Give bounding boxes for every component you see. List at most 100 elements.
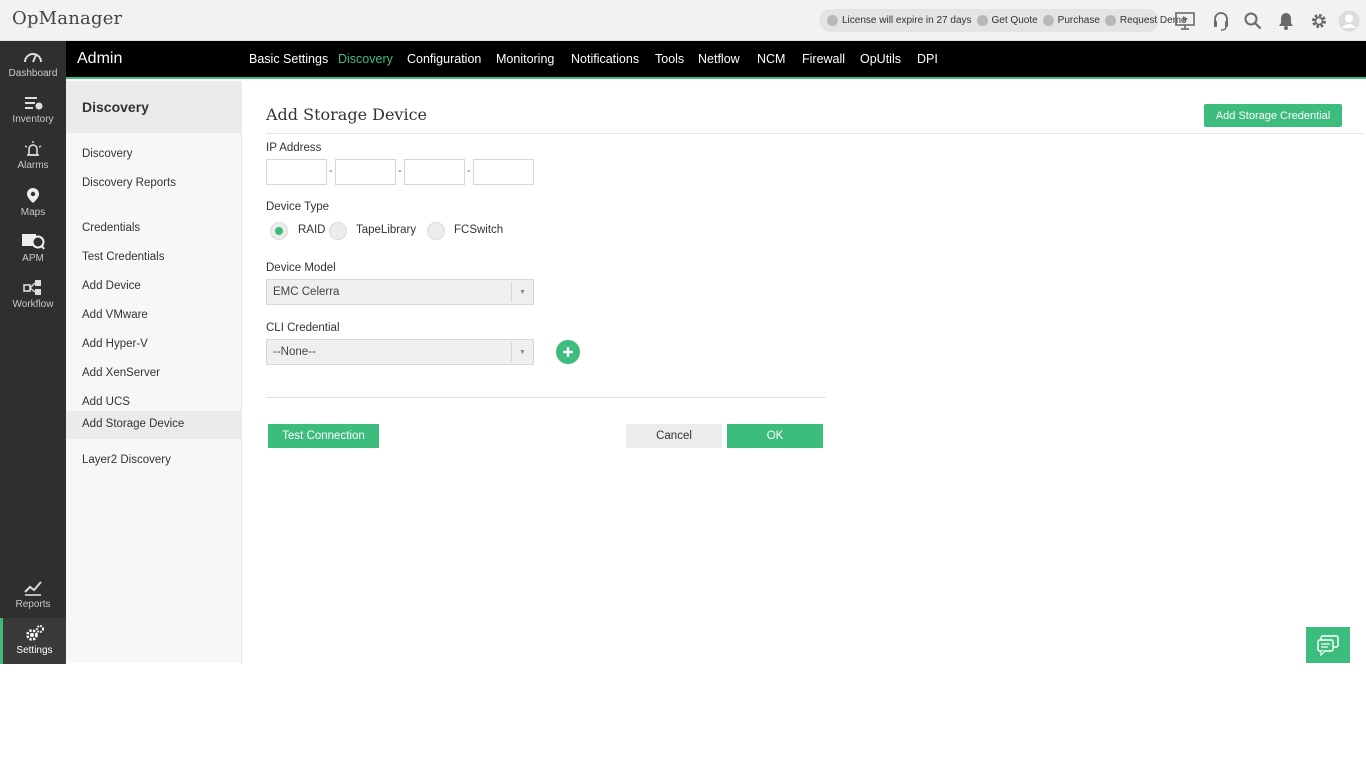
nav-inventory-label: Inventory [12,114,54,125]
tab-tools[interactable]: Tools [655,52,684,66]
radio-raid-label: RAID [298,224,326,236]
tab-netflow[interactable]: Netflow [698,52,740,66]
device-model-select[interactable]: EMC Celerra ▼ [266,279,534,305]
chat-bubble-icon [1317,635,1339,656]
app-root: OpManager License will expire in 27 days… [0,0,1366,768]
page-title: Add Storage Device [266,105,428,124]
nav-apm[interactable]: APM [0,227,66,273]
tab-ncm[interactable]: NCM [757,52,785,66]
nav-dashboard[interactable]: Dashboard [0,43,66,89]
chevron-down-icon: ▼ [511,342,533,362]
dollar-icon [976,15,988,26]
radio-tapelibrary[interactable] [329,222,347,240]
reports-chart-icon [24,581,42,596]
test-connection-button[interactable]: Test Connection [268,424,379,448]
chat-button[interactable] [1306,627,1350,663]
nav-maps[interactable]: Maps [0,181,66,227]
form-divider [266,397,826,398]
add-cli-credential-button[interactable] [556,340,580,364]
get-quote-link[interactable]: Get Quote [976,15,1038,26]
alarm-icon [24,141,42,156]
nav-reports-label: Reports [15,599,51,610]
device-model-value: EMC Celerra [273,286,340,298]
search-icon[interactable] [1242,10,1264,32]
cancel-button[interactable]: Cancel [626,424,722,448]
ip-separator: - [398,165,402,177]
sidebar-item-layer2-discovery[interactable]: Layer2 Discovery [66,447,242,475]
nav-apm-label: APM [22,253,44,264]
radio-fcswitch-label: FCSwitch [454,224,504,236]
admin-header: Admin Basic Settings Discovery Configura… [66,41,1366,79]
apm-icon [22,234,45,250]
demo-icon [1104,15,1116,26]
plus-icon [563,347,573,357]
purchase-link[interactable]: Purchase [1042,15,1100,26]
radio-tapelibrary-label: TapeLibrary [356,224,417,236]
sidebar-item-discovery-reports[interactable]: Discovery Reports [66,170,242,198]
nav-alarms-label: Alarms [17,160,49,171]
tab-notifications[interactable]: Notifications [571,52,639,66]
tab-oputils[interactable]: OpUtils [860,52,901,66]
license-status[interactable]: License will expire in 27 days [827,15,972,26]
nav-maps-label: Maps [20,207,46,218]
nav-alarms[interactable]: Alarms [0,135,66,181]
discovery-sidebar: Discovery Discovery Discovery Reports Cr… [66,81,242,663]
main-content: Add Storage Device Add Storage Credentia… [242,81,1366,663]
license-pill: License will expire in 27 days Get Quote… [819,9,1187,32]
tab-discovery[interactable]: Discovery [338,52,393,66]
radio-raid[interactable] [270,222,288,240]
nav-settings-label: Settings [16,645,53,656]
get-quote-label: Get Quote [991,15,1038,26]
nav-inventory[interactable]: Inventory [0,89,66,135]
device-model-label: Device Model [266,262,336,274]
sidebar-item-add-vmware[interactable]: Add VMware [66,302,242,330]
sidebar-item-add-device[interactable]: Add Device [66,273,242,301]
inventory-icon [25,97,43,110]
license-text: License will expire in 27 days [842,15,972,26]
cli-credential-value: --None-- [273,346,316,358]
sidebar-header: Discovery [66,81,242,133]
ip-address-label: IP Address [266,142,322,154]
presentation-icon[interactable] [1174,10,1196,32]
ip-octet-2-input[interactable] [335,159,396,185]
headset-icon[interactable] [1210,10,1232,32]
app-logo[interactable]: OpManager [12,8,122,29]
sidebar-item-add-hyperv[interactable]: Add Hyper-V [66,331,242,359]
tab-dpi[interactable]: DPI [917,52,938,66]
bell-icon[interactable] [1275,10,1297,32]
sidebar-item-add-xenserver[interactable]: Add XenServer [66,360,242,388]
ip-octet-3-input[interactable] [404,159,465,185]
ok-button[interactable]: OK [727,424,823,448]
gear-icon[interactable] [1308,10,1330,32]
cli-credential-label: CLI Credential [266,322,340,334]
title-divider [266,133,1364,134]
tab-basic-settings[interactable]: Basic Settings [249,52,328,66]
sidebar-item-add-storage-device[interactable]: Add Storage Device [66,411,242,439]
ip-separator: - [467,165,471,177]
tab-configuration[interactable]: Configuration [407,52,481,66]
nav-workflow[interactable]: Workflow [0,273,66,319]
tab-monitoring[interactable]: Monitoring [496,52,554,66]
sidebar-item-credentials[interactable]: Credentials [66,215,242,243]
cli-credential-select[interactable]: --None-- ▼ [266,339,534,365]
chevron-down-icon: ▼ [511,282,533,302]
nav-reports[interactable]: Reports [0,573,66,619]
map-pin-icon [27,188,39,203]
radio-fcswitch[interactable] [427,222,445,240]
tab-firewall[interactable]: Firewall [802,52,845,66]
sidebar-item-discovery[interactable]: Discovery [66,141,242,169]
sidebar-item-test-credentials[interactable]: Test Credentials [66,244,242,272]
settings-gears-icon [25,625,44,641]
ip-octet-1-input[interactable] [266,159,327,185]
user-avatar-icon[interactable] [1338,10,1360,32]
cart-icon [1042,15,1054,26]
nav-settings[interactable]: Settings [0,618,66,664]
nav-dashboard-label: Dashboard [8,68,58,79]
ip-separator: - [329,165,333,177]
ip-octet-4-input[interactable] [473,159,534,185]
workflow-icon [23,280,41,295]
add-storage-credential-button[interactable]: Add Storage Credential [1204,104,1342,127]
speedometer-icon [24,53,42,63]
purchase-label: Purchase [1057,15,1100,26]
top-bar: OpManager License will expire in 27 days… [0,0,1366,41]
